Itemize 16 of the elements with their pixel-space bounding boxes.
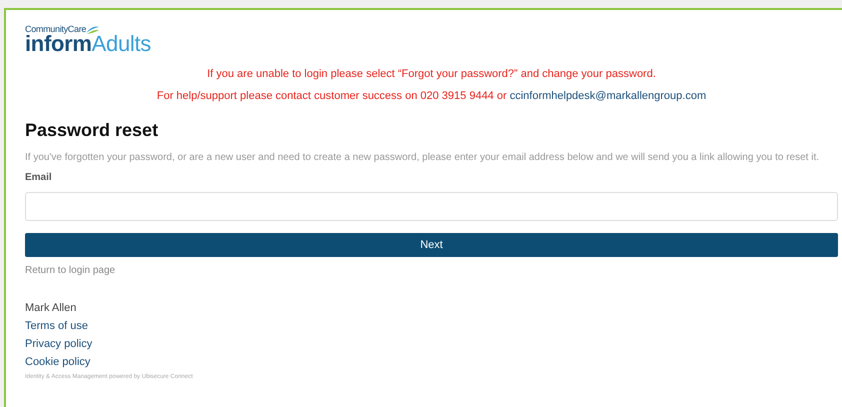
company-name: Mark Allen [25, 302, 76, 314]
email-input-field[interactable] [25, 192, 838, 221]
email-link[interactable]: ccinformhelpdesk@markallengroup.com [510, 90, 706, 102]
notice-text: For help/support please contact customer success on 020 3915 9444 or ccinformhelpdesk@markallengroup.com [156, 90, 708, 102]
brand-name: CommunityCare [25, 24, 86, 34]
notice-text: If you are unable to login please select “Forgot your password?” and change your password. [206, 68, 657, 80]
footer-link[interactable]: Cookie policy [25, 356, 90, 368]
page-heading: Password reset [25, 120, 160, 141]
leaf-icon [86, 25, 100, 34]
instructions-text: If you've forgotten your password, or are a new user and need to create a new password, please enter your email address below and we will send you a link allowing you to reset it. [25, 152, 820, 163]
next-button[interactable]: Next [25, 233, 838, 257]
footer-link[interactable]: Privacy policy [25, 338, 92, 350]
product-logo-text: informAdults [25, 34, 151, 54]
footer-link[interactable]: Terms of use [25, 320, 88, 332]
email-label: Email [25, 172, 53, 183]
return-link[interactable]: Return to login page [25, 265, 116, 276]
